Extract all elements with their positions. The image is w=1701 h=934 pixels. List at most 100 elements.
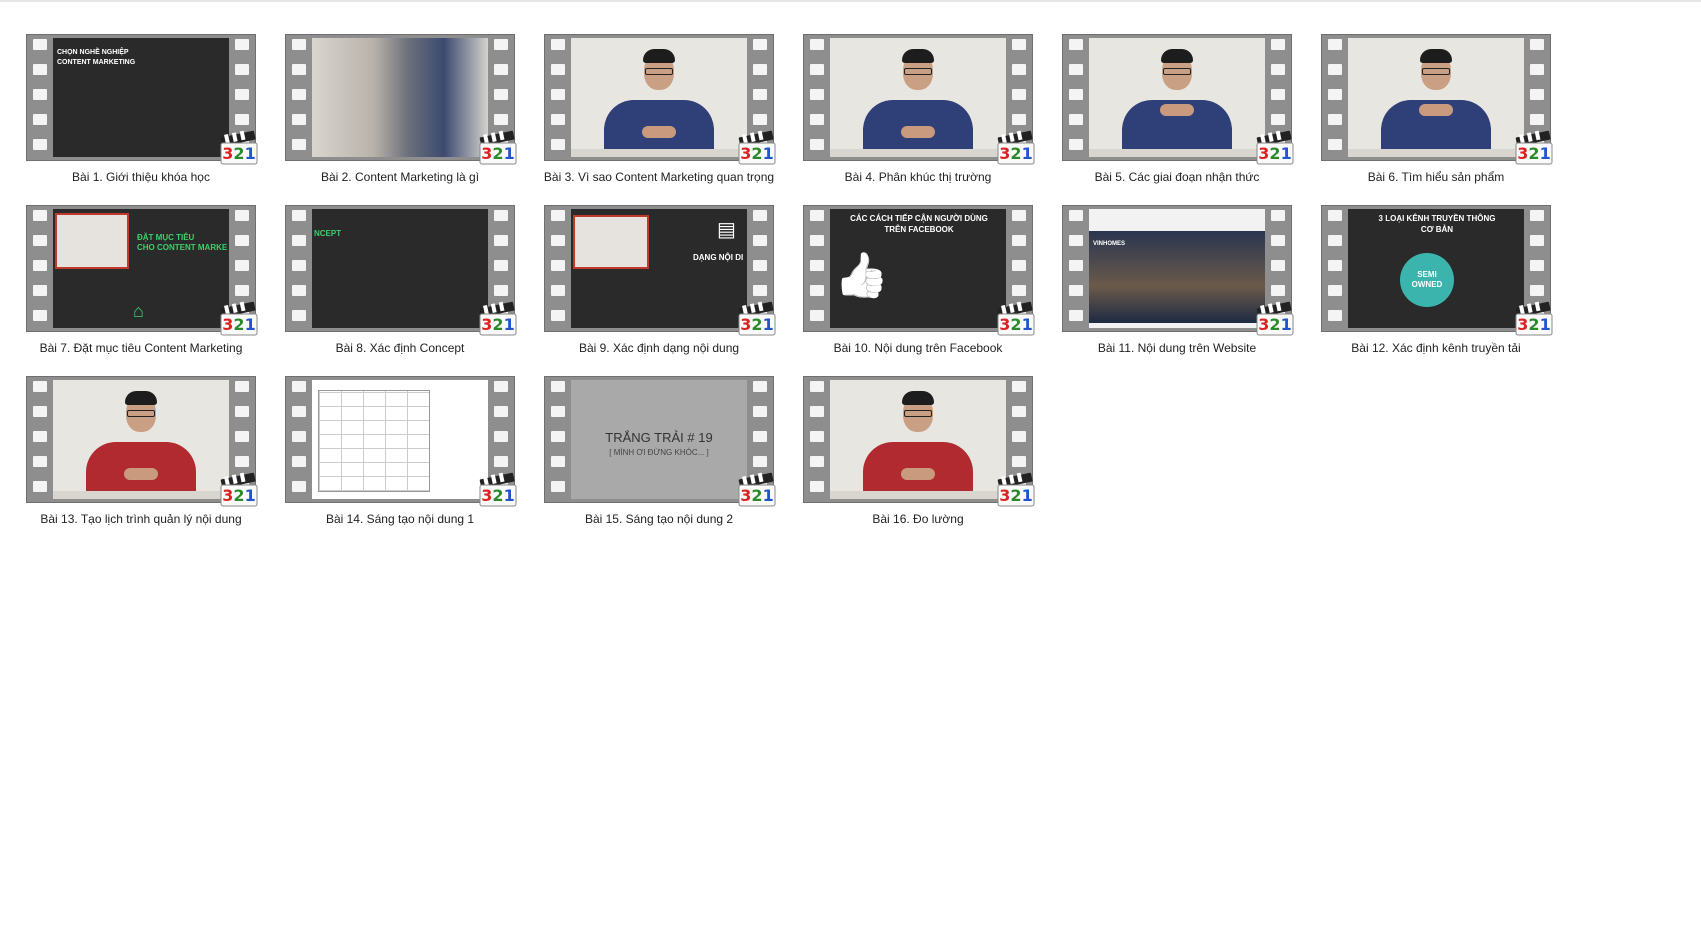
sprocket-hole xyxy=(1012,235,1026,246)
presenter-inset xyxy=(573,215,649,269)
sprocket-hole xyxy=(235,406,249,417)
sprocket-hole xyxy=(494,260,508,271)
sprocket-hole xyxy=(494,235,508,246)
sprocket-hole xyxy=(494,39,508,50)
video-file-item[interactable]: VINHOMES 321 Bài 11. Nội dung trên Website xyxy=(1062,205,1322,385)
file-name-label: Bài 6. Tìm hiểu sản phẩm xyxy=(1367,170,1505,184)
sprocket-hole xyxy=(551,381,565,392)
badge-number: 321 xyxy=(999,144,1033,163)
video-file-item[interactable]: ĐẶT MỤC TIÊU CHO CONTENT MARKE ⌂ 321 Bài 7.… xyxy=(26,205,286,385)
sprocket-hole xyxy=(810,114,824,125)
sprocket-hole xyxy=(33,310,47,321)
sprocket-hole xyxy=(1328,310,1342,321)
sprocket-hole xyxy=(1271,114,1285,125)
media-player-classic-icon: 321 xyxy=(996,299,1036,337)
sprocket-hole xyxy=(1069,285,1083,296)
sprocket-hole xyxy=(1328,285,1342,296)
sprocket-hole xyxy=(551,310,565,321)
video-file-item[interactable]: TRẮNG TRẢI # 19 [ MÌNH ƠI ĐỪNG KHÓC... ] 3… xyxy=(544,376,804,556)
video-file-item[interactable]: 321 Bài 14. Sáng tạo nội dung 1 xyxy=(285,376,545,556)
sprocket-hole xyxy=(494,406,508,417)
video-file-item[interactable]: 321 Bài 3. Vì sao Content Marketing quan … xyxy=(544,34,804,214)
sprocket-hole xyxy=(33,210,47,221)
video-file-item[interactable]: 321 Bài 2. Content Marketing là gì xyxy=(285,34,545,214)
sprocket-hole xyxy=(292,235,306,246)
sprocket-hole xyxy=(33,406,47,417)
sprocket-hole xyxy=(235,431,249,442)
sprocket-hole xyxy=(753,381,767,392)
film-sprocket-holes xyxy=(545,377,571,504)
sprocket-hole xyxy=(494,456,508,467)
badge-number: 321 xyxy=(999,315,1033,334)
video-file-item[interactable]: 321 Bài 16. Đo lường xyxy=(803,376,1063,556)
video-file-item[interactable]: NCEPT 321 Bài 8. Xác định Concept xyxy=(285,205,545,385)
sprocket-hole xyxy=(810,235,824,246)
thumbnail-frame xyxy=(312,380,488,499)
media-player-classic-icon: 321 xyxy=(1514,128,1554,166)
video-file-item[interactable]: 321 Bài 5. Các giai đoạn nhận thức xyxy=(1062,34,1322,214)
document-icon: ▤ xyxy=(717,219,736,241)
video-file-item[interactable]: CHỌN NGHỀ NGHIỆP CONTENT MARKETING 321 Bài… xyxy=(26,34,286,214)
sprocket-hole xyxy=(753,431,767,442)
sprocket-hole xyxy=(551,285,565,296)
video-file-item[interactable]: 3 LOẠI KÊNH TRUYỀN THÔNG CƠ BẢN SEMI OWNE… xyxy=(1321,205,1581,385)
sprocket-hole xyxy=(1328,235,1342,246)
badge-number: 321 xyxy=(481,315,515,334)
badge-number: 321 xyxy=(999,486,1033,505)
sprocket-hole xyxy=(292,406,306,417)
file-name-label: Bài 15. Sáng tạo nội dung 2 xyxy=(584,512,734,526)
slide-title: NCEPT xyxy=(314,229,342,238)
file-name-label: Bài 12. Xác định kênh truyền tải xyxy=(1351,341,1521,355)
sprocket-hole xyxy=(810,39,824,50)
media-player-classic-icon: 321 xyxy=(1255,299,1295,337)
sprocket-hole xyxy=(235,260,249,271)
file-name-label: Bài 13. Tạo lịch trình quản lý nội dung xyxy=(40,512,242,526)
thumbnail-frame: 3 LOẠI KÊNH TRUYỀN THÔNG CƠ BẢN SEMI OWNE… xyxy=(1348,209,1524,328)
presenter-inset xyxy=(55,213,129,269)
media-player-classic-icon: 321 xyxy=(478,299,518,337)
sprocket-hole xyxy=(1271,64,1285,75)
sprocket-hole xyxy=(292,64,306,75)
sprocket-hole xyxy=(1069,139,1083,150)
sprocket-hole xyxy=(292,381,306,392)
sprocket-hole xyxy=(753,285,767,296)
media-player-classic-icon: 321 xyxy=(219,470,259,508)
sprocket-hole xyxy=(1271,285,1285,296)
film-sprocket-holes xyxy=(27,206,53,333)
badge-number: 321 xyxy=(740,315,774,334)
badge-number: 321 xyxy=(740,486,774,505)
sprocket-hole xyxy=(551,114,565,125)
badge-number: 321 xyxy=(1517,144,1551,163)
sprocket-hole xyxy=(494,431,508,442)
video-file-item[interactable]: 321 Bài 4. Phân khúc thị trường xyxy=(803,34,1063,214)
badge-number: 321 xyxy=(740,144,774,163)
video-file-item[interactable]: CÁC CÁCH TIẾP CẬN NGƯỜI DÙNG TRÊN FACEBO… xyxy=(803,205,1063,385)
presenter-figure xyxy=(53,380,229,499)
thumbnail-frame: NCEPT xyxy=(312,209,488,328)
sprocket-hole xyxy=(494,114,508,125)
video-file-item[interactable]: ▤ DẠNG NỘI DI 321 Bài 9. Xác định dạng nội … xyxy=(544,205,804,385)
film-sprocket-holes xyxy=(1322,206,1348,333)
sprocket-hole xyxy=(810,310,824,321)
sprocket-hole xyxy=(292,89,306,100)
sprocket-hole xyxy=(551,39,565,50)
sprocket-hole xyxy=(551,431,565,442)
sprocket-hole xyxy=(1530,260,1544,271)
sprocket-hole xyxy=(292,310,306,321)
file-name-label: Bài 14. Sáng tạo nội dung 1 xyxy=(325,512,475,526)
sprocket-hole xyxy=(753,406,767,417)
sprocket-hole xyxy=(810,285,824,296)
video-file-item[interactable]: 321 Bài 13. Tạo lịch trình quản lý nội du… xyxy=(26,376,286,556)
slide-title: CHỌN NGHỀ NGHIỆP CONTENT MARKETING xyxy=(57,49,136,66)
sprocket-hole xyxy=(1012,285,1026,296)
video-file-item[interactable]: 321 Bài 6. Tìm hiểu sản phẩm xyxy=(1321,34,1581,214)
badge-number: 321 xyxy=(222,315,256,334)
sprocket-hole xyxy=(33,89,47,100)
sprocket-hole xyxy=(235,235,249,246)
sprocket-hole xyxy=(33,39,47,50)
slide-title: CÁC CÁCH TIẾP CẬN NGƯỜI DÙNG TRÊN FACEBO… xyxy=(850,214,988,234)
sprocket-hole xyxy=(1530,89,1544,100)
sprocket-hole xyxy=(1530,114,1544,125)
sprocket-hole xyxy=(235,64,249,75)
film-sprocket-holes xyxy=(545,206,571,333)
